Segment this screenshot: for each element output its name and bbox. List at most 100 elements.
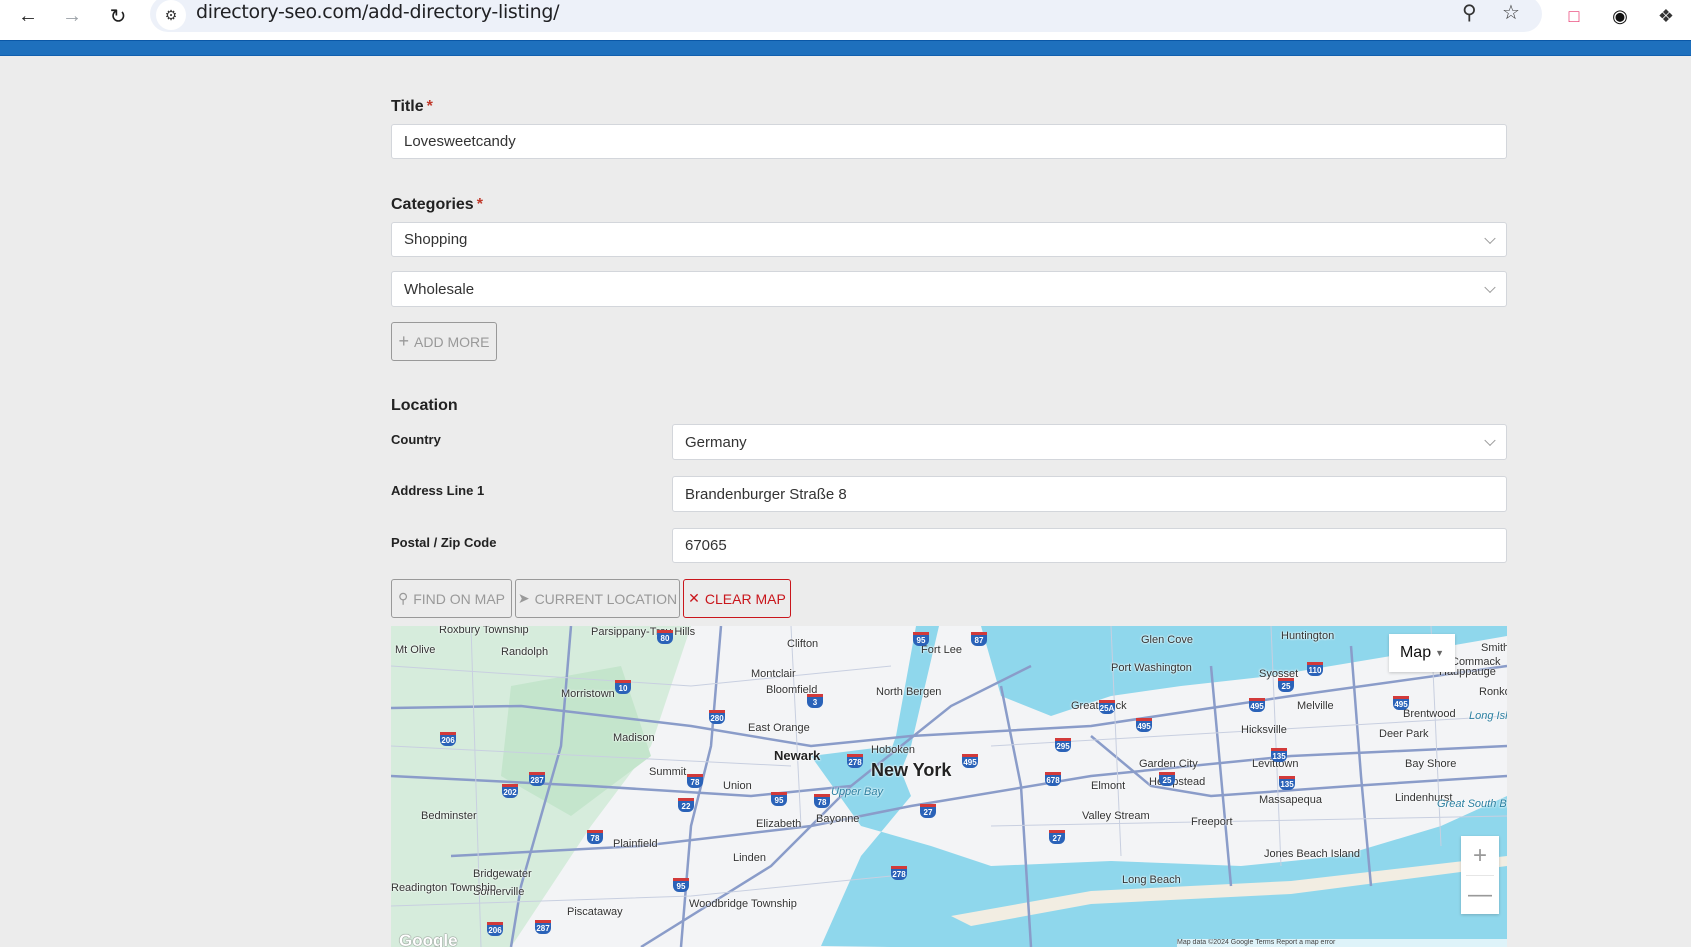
category-select-1[interactable]: Shopping [391, 222, 1507, 257]
plus-icon: + [398, 331, 410, 351]
route-shield-icon: 280 [709, 710, 725, 724]
route-shield-icon: 135 [1271, 748, 1287, 762]
map-canvas[interactable]: Roxbury Township Mt Olive Randolph Parsippa… [391, 626, 1507, 947]
zip-code-input[interactable]: 67065 [672, 528, 1507, 563]
map-zoom-control: + — [1461, 836, 1499, 914]
category-select-2[interactable]: Wholesale [391, 271, 1507, 307]
back-arrow-icon[interactable]: ← [12, 2, 44, 30]
map-place-label: Brentwood [1403, 708, 1456, 720]
map-place-label: Freeport [1191, 816, 1233, 828]
map-background [391, 626, 1507, 947]
category-select-2-value: Wholesale [404, 280, 475, 298]
zoom-divider [1466, 875, 1494, 876]
route-shield-icon: 95 [913, 632, 929, 646]
map-place-label: Randolph [501, 646, 549, 658]
map-place-label: Long Beach [1122, 874, 1181, 886]
route-shield-icon: 87 [971, 632, 987, 646]
map-place-label: Hoboken [871, 744, 916, 756]
map-place-label: Hicksville [1241, 724, 1287, 736]
route-shield-icon: 27 [1049, 830, 1065, 844]
find-on-map-label: FIND ON MAP [413, 590, 506, 607]
map-place-label: Linden [733, 852, 767, 864]
category-select-1-value: Shopping [404, 231, 468, 248]
forward-arrow-icon[interactable]: → [56, 2, 88, 30]
chevron-down-icon [1484, 281, 1496, 294]
route-shield-icon: 678 [1045, 772, 1061, 786]
map-place-label: Elizabeth [756, 818, 802, 830]
title-input[interactable]: Lovesweetcandy [391, 124, 1507, 159]
map-place-label: Bay Shore [1405, 758, 1457, 770]
zip-code-value: 67065 [685, 537, 727, 554]
categories-label: Categories * [391, 196, 483, 214]
caret-down-icon: ▼ [1435, 648, 1445, 658]
find-on-map-button[interactable]: ⚲ FIND ON MAP [391, 579, 512, 618]
map-place-label: Bayonne [816, 813, 860, 825]
map-place-label: Hempstead [1149, 776, 1206, 788]
map-place-label: Smithtown [1481, 642, 1507, 654]
map-attribution[interactable]: Map data ©2024 Google Terms Report a map… [1177, 939, 1507, 947]
location-arrow-icon: ➤ [517, 590, 530, 606]
map-place-label: Port Washington [1111, 662, 1192, 674]
map-type-button[interactable]: Map ▼ [1389, 634, 1455, 672]
reload-icon[interactable]: ↻ [102, 2, 134, 30]
address-bar[interactable]: ⚙ directory-seo.com/add-directory-listin… [150, 0, 1542, 32]
browser-toolbar: ← → ↻ ⚙ directory-seo.com/add-directory-… [0, 0, 1691, 40]
route-shield-icon: 295 [1055, 738, 1071, 752]
map-place-label: Valley Stream [1082, 810, 1150, 822]
route-shield-icon: 78 [687, 774, 703, 788]
url-text[interactable]: directory-seo.com/add-directory-listing/ [196, 1, 560, 23]
map-place-label: Newark [774, 748, 821, 763]
route-shield-icon: 25 [1278, 678, 1294, 692]
feedback-extension-icon[interactable]: □ [1560, 2, 1588, 30]
map-place-label: Madison [613, 732, 655, 744]
current-location-label: CURRENT LOCATION [534, 590, 678, 607]
site-info-icon[interactable]: ⚙ [156, 0, 186, 30]
map-place-label: Union [723, 780, 752, 792]
map-place-label: Jones Beach Island [1264, 848, 1361, 860]
required-mark: * [476, 196, 483, 213]
title-input-value: Lovesweetcandy [404, 133, 516, 150]
add-more-button[interactable]: + ADD MORE [391, 322, 497, 361]
route-shield-icon: 287 [529, 772, 545, 786]
route-shield-icon: 25 [1159, 772, 1175, 786]
route-shield-icon: 495 [1393, 696, 1409, 710]
location-heading: Location [391, 397, 458, 414]
close-icon: ✕ [688, 590, 700, 606]
map-place-label: Morristown [561, 688, 615, 700]
address-line-1-input[interactable]: Brandenburger Straße 8 [672, 476, 1507, 512]
map-place-label: Summit [649, 766, 687, 778]
route-shield-icon: 278 [847, 754, 863, 768]
route-shield-icon: 278 [891, 866, 907, 880]
route-shield-icon: 95 [673, 878, 689, 892]
zoom-out-button[interactable]: — [1461, 875, 1499, 914]
map-place-label: Roxbury Township [439, 626, 529, 636]
route-shield-icon: 80 [657, 630, 673, 644]
map-place-label: New York [871, 760, 952, 780]
route-shield-icon: 78 [814, 794, 830, 808]
country-select[interactable]: Germany [672, 424, 1507, 460]
route-shield-icon: 135 [1279, 776, 1295, 790]
map-place-label: Montclair [751, 668, 796, 680]
current-location-button[interactable]: ➤ CURRENT LOCATION [515, 579, 680, 618]
route-shield-icon: 22 [678, 798, 694, 812]
w-extension-icon[interactable]: ◉ [1606, 2, 1634, 30]
zoom-in-button[interactable]: + [1461, 836, 1499, 875]
route-shield-icon: 495 [1136, 718, 1152, 732]
route-shield-icon: 206 [440, 732, 456, 746]
map-place-label: Woodbridge Township [689, 898, 797, 910]
bookmark-star-icon[interactable]: ☆ [1502, 0, 1520, 25]
route-shield-icon: 27 [920, 804, 936, 818]
map-place-label: Commack [1451, 656, 1501, 668]
map-place-label: Clifton [787, 638, 819, 650]
zoom-out-icon[interactable]: ⚲ [1462, 0, 1477, 25]
extensions-puzzle-icon[interactable]: ❖ [1652, 2, 1680, 30]
clear-map-button[interactable]: ✕ CLEAR MAP [683, 579, 791, 618]
categories-label-text: Categories [391, 196, 474, 213]
map-place-label: North Bergen [876, 686, 942, 698]
route-shield-icon: 495 [1249, 698, 1265, 712]
chevron-down-icon [1484, 232, 1496, 244]
route-shield-icon: 287 [535, 920, 551, 934]
route-shield-icon: 3 [807, 694, 823, 708]
title-label-text: Title [391, 98, 424, 115]
map-place-label: Glen Cove [1141, 634, 1193, 646]
